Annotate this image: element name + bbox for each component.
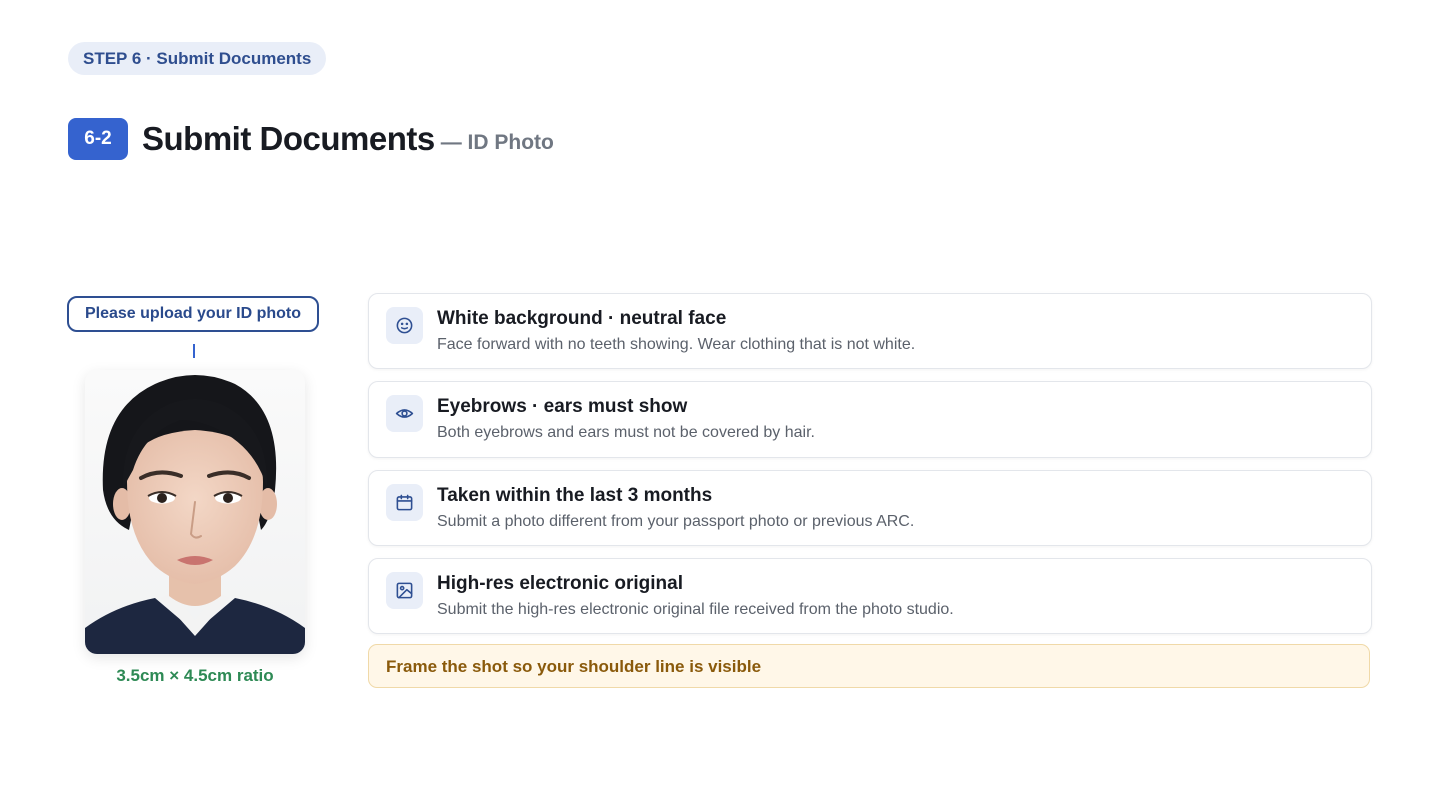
requirement-description: Submit a photo different from your passp… (437, 513, 915, 530)
requirement-card-background: White background · neutral face Face for… (368, 293, 1372, 369)
page-subtitle: — ID Photo (440, 131, 554, 154)
requirement-title: Taken within the last 3 months (437, 485, 713, 506)
smile-face-icon (386, 307, 423, 344)
requirement-description: Face forward with no teeth showing. Wear… (437, 336, 916, 353)
requirement-description: Both eyebrows and ears must not be cover… (437, 424, 815, 441)
requirement-title: High-res electronic original (437, 573, 683, 594)
calendar-icon (386, 484, 423, 521)
requirement-title: Eyebrows · ears must show (437, 396, 688, 417)
photo-ratio-caption: 3.5cm × 4.5cm ratio (116, 666, 274, 685)
image-icon (386, 572, 423, 609)
page-header: 6-2 Submit Documents — ID Photo (68, 117, 554, 161)
requirement-description: Submit the high-res electronic original … (437, 601, 954, 618)
framing-tip-banner: Frame the shot so your shoulder line is … (368, 644, 1370, 688)
eye-icon (386, 395, 423, 432)
page-title: Submit Documents (142, 120, 435, 157)
portrait-image (85, 370, 305, 654)
connector-line (193, 344, 195, 358)
requirement-title: White background · neutral face (437, 308, 727, 329)
id-photo-example (85, 370, 305, 654)
requirement-card-recent-photo: Taken within the last 3 months Submit a … (368, 470, 1372, 546)
step-indicator-pill: STEP 6 · Submit Documents (68, 42, 327, 75)
step-number-badge: 6-2 (68, 118, 128, 160)
requirement-card-high-res: High-res electronic original Submit the … (368, 558, 1372, 634)
upload-id-photo-button[interactable]: Please upload your ID photo (67, 296, 319, 332)
requirements-list: White background · neutral face Face for… (368, 293, 1372, 646)
requirement-card-eyebrows-ears: Eyebrows · ears must show Both eyebrows … (368, 381, 1372, 458)
